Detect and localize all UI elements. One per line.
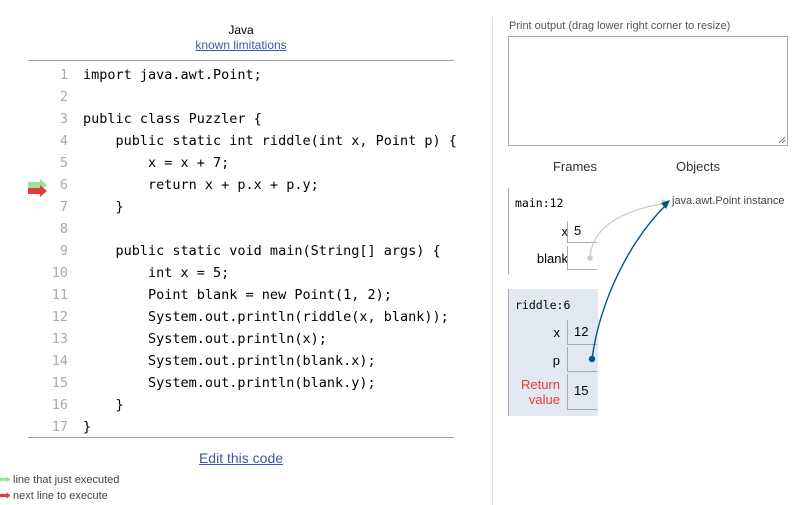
frame-name: main:12: [515, 196, 564, 210]
line-number: 11: [51, 287, 68, 303]
var-value-blank: [567, 246, 597, 270]
code-text: System.out.println(riddle(x, blank));: [83, 309, 449, 325]
code-line: 8: [0, 218, 470, 240]
code-bottom-divider: [28, 437, 454, 438]
frames-header: Frames: [552, 159, 598, 174]
resize-grip-icon[interactable]: [778, 136, 786, 144]
var-name-x: x: [553, 325, 561, 340]
line-number: 10: [51, 265, 68, 281]
line-number: 9: [59, 243, 68, 259]
pointer-arrow-blank: [587, 199, 670, 261]
just-executed-arrow-icon: [0, 476, 11, 483]
pointer-arrow-p: [588, 200, 670, 363]
code-line: 2: [0, 86, 470, 108]
known-limitations-link[interactable]: known limitations: [0, 38, 482, 52]
line-number: 14: [51, 353, 68, 369]
code-text: }: [83, 199, 124, 215]
code-text: return x + p.x + p.y;: [83, 177, 319, 193]
line-number: 3: [59, 111, 68, 127]
frame-name: riddle:6: [515, 298, 571, 312]
line-number: 16: [51, 397, 68, 413]
print-output-box[interactable]: [508, 36, 788, 146]
line-number: 12: [51, 309, 68, 325]
code-line: 11 Point blank = new Point(1, 2);: [0, 284, 470, 306]
code-line: 15 System.out.println(blank.y);: [0, 372, 470, 394]
heap-object-point: java.awt.Point instance: [672, 195, 785, 207]
var-value-x: 5: [567, 221, 597, 243]
line-number: 2: [59, 89, 68, 105]
code-text: x = x + 7;: [83, 155, 230, 171]
legend-just-executed: line that just executed: [0, 473, 200, 487]
code-text: public class Puzzler {: [83, 111, 262, 127]
code-text: }: [83, 419, 92, 435]
line-number: 15: [51, 375, 68, 391]
line-number: 8: [59, 221, 68, 237]
var-name-x: x: [561, 224, 569, 239]
return-value: 15: [567, 374, 597, 410]
line-number: 5: [59, 155, 68, 171]
return-label-line1: Return: [520, 377, 560, 392]
line-number: 7: [59, 199, 68, 215]
code-text: public static int riddle(int x, Point p)…: [83, 133, 457, 149]
var-value-x: 12: [567, 320, 597, 345]
legend-label: line that just executed: [13, 474, 120, 486]
code-text: }: [83, 397, 124, 413]
legend-label: next line to execute: [13, 490, 108, 502]
return-value-label: Return value: [508, 377, 560, 407]
line-number: 1: [59, 67, 68, 83]
var-value-p: [567, 347, 597, 372]
line-number: 4: [59, 133, 68, 149]
code-text: Point blank = new Point(1, 2);: [83, 287, 392, 303]
var-name-blank: blank: [536, 251, 568, 266]
code-line: 10 int x = 5;: [0, 262, 470, 284]
code-line: 9 public static void main(String[] args)…: [0, 240, 470, 262]
code-text: System.out.println(x);: [83, 331, 327, 347]
line-number: 17: [51, 419, 68, 435]
code-text: System.out.println(blank.x);: [83, 353, 376, 369]
code-line-current: 6 return x + p.x + p.y;: [0, 174, 470, 196]
code-text: public static void main(String[] args) {: [83, 243, 441, 259]
objects-header: Objects: [675, 159, 721, 174]
code-line: 14 System.out.println(blank.x);: [0, 350, 470, 372]
code-line: 16 }: [0, 394, 470, 416]
code-line: 5 x = x + 7;: [0, 152, 470, 174]
code-text: int x = 5;: [83, 265, 230, 281]
next-line-arrow-icon: [0, 492, 11, 499]
line-number: 13: [51, 331, 68, 347]
code-line: 7 }: [0, 196, 470, 218]
edit-code-link[interactable]: Edit this code: [0, 450, 482, 466]
code-line: 4 public static int riddle(int x, Point …: [0, 130, 470, 152]
code-top-divider: [28, 60, 454, 61]
print-output-label: Print output (drag lower right corner to…: [509, 20, 731, 32]
var-name-p: p: [552, 353, 560, 368]
code-line: 17}: [0, 416, 470, 438]
language-title: Java: [228, 23, 254, 37]
code-text: import java.awt.Point;: [83, 67, 262, 83]
code-line: 12 System.out.println(riddle(x, blank));: [0, 306, 470, 328]
code-line: 13 System.out.println(x);: [0, 328, 470, 350]
return-label-line2: value: [528, 392, 560, 407]
next-line-arrow-icon: [28, 185, 47, 197]
panel-separator: [492, 18, 493, 505]
code-line: 1 import java.awt.Point;: [0, 64, 470, 86]
legend-next-line: next line to execute: [0, 489, 200, 503]
code-text: System.out.println(blank.y);: [83, 375, 376, 391]
code-line: 3 public class Puzzler {: [0, 108, 470, 130]
